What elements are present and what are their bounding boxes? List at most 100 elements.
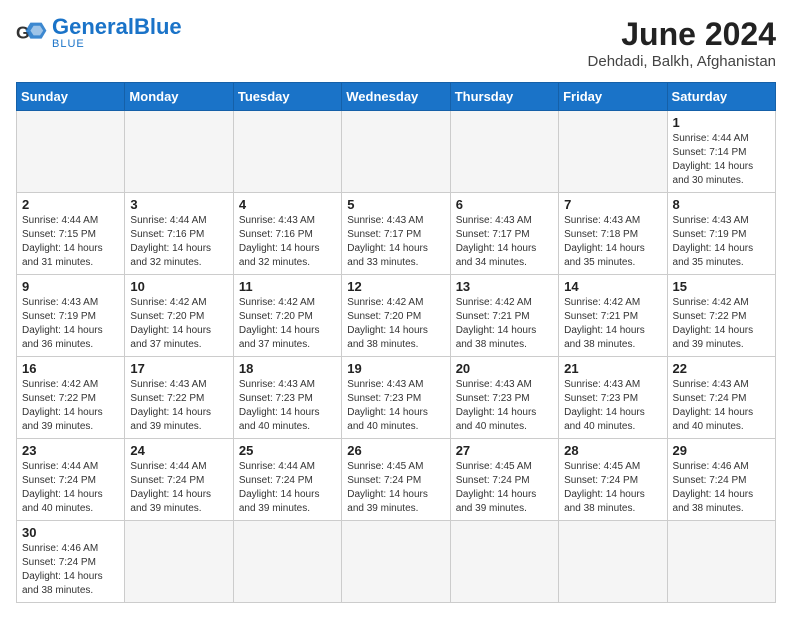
day-info: Sunrise: 4:43 AM Sunset: 7:16 PM Dayligh… xyxy=(239,214,336,270)
day-number: 15 xyxy=(673,279,770,294)
day-info: Sunrise: 4:44 AM Sunset: 7:14 PM Dayligh… xyxy=(673,132,770,188)
day-info: Sunrise: 4:42 AM Sunset: 7:21 PM Dayligh… xyxy=(456,296,553,352)
header-tuesday: Tuesday xyxy=(233,83,341,111)
calendar-cell: 9Sunrise: 4:43 AM Sunset: 7:19 PM Daylig… xyxy=(17,275,125,357)
header-thursday: Thursday xyxy=(450,83,558,111)
day-number: 21 xyxy=(564,361,661,376)
day-info: Sunrise: 4:42 AM Sunset: 7:21 PM Dayligh… xyxy=(564,296,661,352)
month-title: June 2024 xyxy=(588,16,776,53)
calendar-cell xyxy=(233,111,341,193)
header-monday: Monday xyxy=(125,83,233,111)
day-number: 19 xyxy=(347,361,444,376)
day-number: 6 xyxy=(456,197,553,212)
day-info: Sunrise: 4:44 AM Sunset: 7:15 PM Dayligh… xyxy=(22,214,119,270)
day-number: 12 xyxy=(347,279,444,294)
day-info: Sunrise: 4:44 AM Sunset: 7:24 PM Dayligh… xyxy=(130,460,227,516)
day-info: Sunrise: 4:43 AM Sunset: 7:23 PM Dayligh… xyxy=(456,378,553,434)
day-info: Sunrise: 4:44 AM Sunset: 7:24 PM Dayligh… xyxy=(239,460,336,516)
day-number: 17 xyxy=(130,361,227,376)
day-number: 7 xyxy=(564,197,661,212)
calendar-cell: 18Sunrise: 4:43 AM Sunset: 7:23 PM Dayli… xyxy=(233,357,341,439)
day-number: 8 xyxy=(673,197,770,212)
day-number: 10 xyxy=(130,279,227,294)
calendar-row: 23 Sunrise: 4:44 AM Sunset: 7:24 PM Dayli… xyxy=(17,439,776,521)
day-info: Sunrise: 4:44 AM Sunset: 7:16 PM Dayligh… xyxy=(130,214,227,270)
day-info: Sunrise: 4:43 AM Sunset: 7:22 PM Dayligh… xyxy=(130,378,227,434)
day-number: 2 xyxy=(22,197,119,212)
day-number: 16 xyxy=(22,361,119,376)
day-info: Sunrise: 4:44 AM Sunset: 7:24 PM Dayligh… xyxy=(22,460,119,516)
day-number: 14 xyxy=(564,279,661,294)
day-info: Sunrise: 4:43 AM Sunset: 7:23 PM Dayligh… xyxy=(564,378,661,434)
header-wednesday: Wednesday xyxy=(342,83,450,111)
day-number: 5 xyxy=(347,197,444,212)
calendar-cell: 8 Sunrise: 4:43 AM Sunset: 7:19 PM Daylig… xyxy=(667,193,775,275)
calendar-cell xyxy=(559,521,667,603)
day-number: 18 xyxy=(239,361,336,376)
day-info: Sunrise: 4:43 AM Sunset: 7:19 PM Dayligh… xyxy=(673,214,770,270)
calendar-table: Sunday Monday Tuesday Wednesday Thursday… xyxy=(16,82,776,603)
calendar-cell: 12 Sunrise: 4:42 AM Sunset: 7:20 PM Dayli… xyxy=(342,275,450,357)
calendar-cell xyxy=(450,521,558,603)
day-number: 23 xyxy=(22,443,119,458)
logo-text: GeneralBlue xyxy=(52,16,182,38)
day-number: 9 xyxy=(22,279,119,294)
calendar-cell: 7Sunrise: 4:43 AM Sunset: 7:18 PM Daylig… xyxy=(559,193,667,275)
day-info: Sunrise: 4:42 AM Sunset: 7:20 PM Dayligh… xyxy=(347,296,444,352)
header-saturday: Saturday xyxy=(667,83,775,111)
calendar-row: 9Sunrise: 4:43 AM Sunset: 7:19 PM Daylig… xyxy=(17,275,776,357)
day-info: Sunrise: 4:43 AM Sunset: 7:17 PM Dayligh… xyxy=(347,214,444,270)
calendar-cell: 15Sunrise: 4:42 AM Sunset: 7:22 PM Dayli… xyxy=(667,275,775,357)
calendar-cell: 26 Sunrise: 4:45 AM Sunset: 7:24 PM Dayli… xyxy=(342,439,450,521)
day-info: Sunrise: 4:45 AM Sunset: 7:24 PM Dayligh… xyxy=(564,460,661,516)
calendar-cell xyxy=(450,111,558,193)
header-sunday: Sunday xyxy=(17,83,125,111)
calendar-cell xyxy=(125,521,233,603)
calendar-cell xyxy=(559,111,667,193)
calendar-row: 16 Sunrise: 4:42 AM Sunset: 7:22 PM Dayli… xyxy=(17,357,776,439)
day-info: Sunrise: 4:43 AM Sunset: 7:23 PM Dayligh… xyxy=(347,378,444,434)
calendar-cell xyxy=(17,111,125,193)
calendar-cell: 10Sunrise: 4:42 AM Sunset: 7:20 PM Dayli… xyxy=(125,275,233,357)
day-number: 20 xyxy=(456,361,553,376)
calendar-row: 2 Sunrise: 4:44 AM Sunset: 7:15 PM Daylig… xyxy=(17,193,776,275)
day-number: 26 xyxy=(347,443,444,458)
day-number: 25 xyxy=(239,443,336,458)
calendar-cell xyxy=(667,521,775,603)
logo-icon: G xyxy=(16,19,48,47)
calendar-row: 30Sunrise: 4:46 AM Sunset: 7:24 PM Dayli… xyxy=(17,521,776,603)
day-number: 27 xyxy=(456,443,553,458)
calendar-cell: 20 Sunrise: 4:43 AM Sunset: 7:23 PM Dayli… xyxy=(450,357,558,439)
day-info: Sunrise: 4:43 AM Sunset: 7:17 PM Dayligh… xyxy=(456,214,553,270)
logo: G GeneralBlue BLUE xyxy=(16,16,182,50)
calendar-cell: 5 Sunrise: 4:43 AM Sunset: 7:17 PM Daylig… xyxy=(342,193,450,275)
title-block: June 2024 Dehdadi, Balkh, Afghanistan xyxy=(588,16,776,70)
day-number: 28 xyxy=(564,443,661,458)
day-number: 3 xyxy=(130,197,227,212)
calendar-cell: 4 Sunrise: 4:43 AM Sunset: 7:16 PM Daylig… xyxy=(233,193,341,275)
day-info: Sunrise: 4:45 AM Sunset: 7:24 PM Dayligh… xyxy=(347,460,444,516)
calendar-cell: 22Sunrise: 4:43 AM Sunset: 7:24 PM Dayli… xyxy=(667,357,775,439)
day-info: Sunrise: 4:42 AM Sunset: 7:20 PM Dayligh… xyxy=(239,296,336,352)
calendar-cell xyxy=(342,521,450,603)
calendar-cell: 3 Sunrise: 4:44 AM Sunset: 7:16 PM Daylig… xyxy=(125,193,233,275)
calendar-row: 1 Sunrise: 4:44 AM Sunset: 7:14 PM Daylig… xyxy=(17,111,776,193)
day-info: Sunrise: 4:43 AM Sunset: 7:24 PM Dayligh… xyxy=(673,378,770,434)
day-number: 30 xyxy=(22,525,119,540)
logo-general: General xyxy=(52,14,134,39)
day-number: 4 xyxy=(239,197,336,212)
calendar-cell: 28 Sunrise: 4:45 AM Sunset: 7:24 PM Dayli… xyxy=(559,439,667,521)
calendar-cell: 1 Sunrise: 4:44 AM Sunset: 7:14 PM Daylig… xyxy=(667,111,775,193)
location-subtitle: Dehdadi, Balkh, Afghanistan xyxy=(588,53,776,70)
day-info: Sunrise: 4:42 AM Sunset: 7:22 PM Dayligh… xyxy=(22,378,119,434)
logo-tagline: BLUE xyxy=(52,38,182,50)
calendar-cell: 24Sunrise: 4:44 AM Sunset: 7:24 PM Dayli… xyxy=(125,439,233,521)
day-number: 1 xyxy=(673,115,770,130)
calendar-cell: 14 Sunrise: 4:42 AM Sunset: 7:21 PM Dayli… xyxy=(559,275,667,357)
calendar-cell: 2 Sunrise: 4:44 AM Sunset: 7:15 PM Daylig… xyxy=(17,193,125,275)
calendar-cell xyxy=(125,111,233,193)
calendar-cell: 30Sunrise: 4:46 AM Sunset: 7:24 PM Dayli… xyxy=(17,521,125,603)
calendar-cell: 21 Sunrise: 4:43 AM Sunset: 7:23 PM Dayli… xyxy=(559,357,667,439)
calendar-cell: 16 Sunrise: 4:42 AM Sunset: 7:22 PM Dayli… xyxy=(17,357,125,439)
day-info: Sunrise: 4:45 AM Sunset: 7:24 PM Dayligh… xyxy=(456,460,553,516)
